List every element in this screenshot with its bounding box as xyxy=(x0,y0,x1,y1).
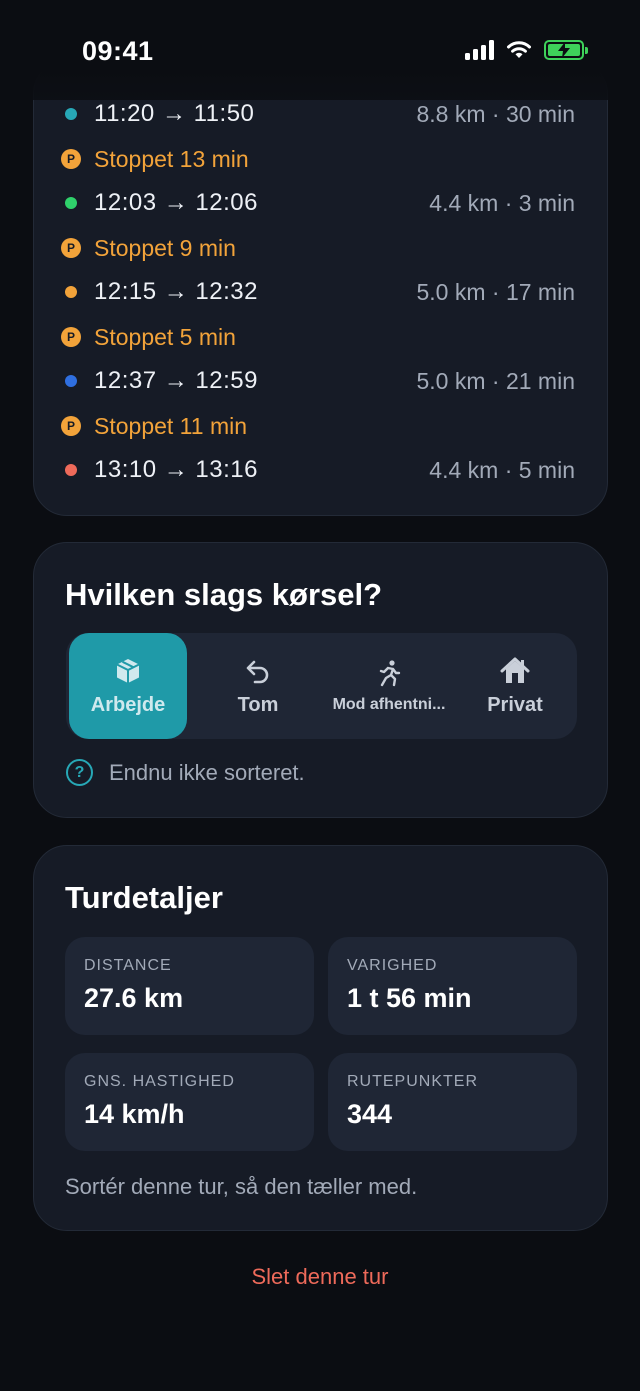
home-icon xyxy=(500,657,530,683)
segment-color-dot xyxy=(65,286,77,298)
stop-duration: Stoppet 11 min xyxy=(94,412,248,439)
running-person-icon xyxy=(379,660,401,687)
segment-distance-duration: 5.0 km · 17 min xyxy=(416,278,576,305)
stat-label: RUTEPUNKTER xyxy=(347,1073,479,1090)
trip-segment-row[interactable]: 12:37 → 12:59 5.0 km · 21 min xyxy=(34,361,607,401)
segment-distance-duration: 8.8 km · 30 min xyxy=(416,100,576,127)
stat-value: 344 xyxy=(347,1099,393,1129)
option-mod-afhentning[interactable]: Mod afhentni... xyxy=(324,633,454,739)
stat-value: 27.6 km xyxy=(84,983,184,1013)
battery-charging-icon xyxy=(544,40,588,60)
stop-row: P Stoppet 13 min xyxy=(34,139,607,179)
parking-icon: P xyxy=(61,149,81,169)
trip-type-title: Hvilken slags kørsel? xyxy=(65,577,383,612)
segment-time: 12:03 → 12:06 xyxy=(94,189,258,216)
segment-color-dot xyxy=(65,464,77,476)
trip-type-card: Hvilken slags kørsel? Arbejde Tom Mod af… xyxy=(33,542,608,818)
segment-time: 12:37 → 12:59 xyxy=(94,367,258,394)
trip-segment-row[interactable]: 12:15 → 12:32 5.0 km · 17 min xyxy=(34,272,607,312)
stat-label: GNS. HASTIGHED xyxy=(84,1073,235,1090)
option-arbejde[interactable]: Arbejde xyxy=(69,633,187,739)
stop-row: P Stoppet 5 min xyxy=(34,317,607,357)
segment-distance-duration: 4.4 km · 5 min xyxy=(429,456,575,483)
question-circle-icon: ? xyxy=(66,759,93,786)
segment-color-dot xyxy=(65,108,77,120)
trip-segment-row[interactable]: 12:03 → 12:06 4.4 km · 3 min xyxy=(34,183,607,223)
option-privat[interactable]: Privat xyxy=(456,633,574,739)
segment-time: 13:10 → 13:16 xyxy=(94,456,258,483)
stat-label: DISTANCE xyxy=(84,957,172,974)
option-tom[interactable]: Tom xyxy=(194,633,322,739)
option-label: Arbejde xyxy=(90,693,166,716)
parking-icon: P xyxy=(61,238,81,258)
undo-arrow-icon xyxy=(246,660,269,683)
wifi-icon xyxy=(507,41,531,58)
stat-value: 1 t 56 min xyxy=(347,983,472,1013)
segment-distance-duration: 5.0 km · 21 min xyxy=(416,367,576,394)
parking-icon: P xyxy=(61,327,81,347)
delete-trip-button[interactable]: Slet denne tur xyxy=(0,1264,640,1290)
stat-label: VARIGHED xyxy=(347,957,438,974)
stat-route-points: RUTEPUNKTER 344 xyxy=(328,1053,577,1151)
trip-segments-card: 11:20 → 11:50 8.8 km · 30 min P Stoppet … xyxy=(33,60,608,516)
stat-avg-speed: GNS. HASTIGHED 14 km/h xyxy=(65,1053,314,1151)
parking-icon: P xyxy=(61,416,81,436)
stop-row: P Stoppet 9 min xyxy=(34,228,607,268)
option-label: Mod afhentni... xyxy=(332,696,446,713)
trip-details-title: Turdetaljer xyxy=(65,880,223,915)
cellular-signal-icon xyxy=(465,40,494,60)
trip-type-selector: Arbejde Tom Mod afhentni... Privat xyxy=(66,633,577,739)
trip-details-card: Turdetaljer DISTANCE 27.6 km VARIGHED 1 … xyxy=(33,845,608,1231)
segment-distance-duration: 4.4 km · 3 min xyxy=(429,189,575,216)
stop-duration: Stoppet 13 min xyxy=(94,145,249,172)
stat-duration: VARIGHED 1 t 56 min xyxy=(328,937,577,1035)
segment-color-dot xyxy=(65,197,77,209)
sort-status-text: Endnu ikke sorteret. xyxy=(109,759,305,785)
details-footnote: Sortér denne tur, så den tæller med. xyxy=(65,1174,418,1199)
option-label: Tom xyxy=(237,693,279,716)
stop-duration: Stoppet 5 min xyxy=(94,323,236,350)
status-time: 09:41 xyxy=(82,36,154,66)
status-icons xyxy=(465,40,588,60)
stat-value: 14 km/h xyxy=(84,1099,185,1129)
trip-segment-row[interactable]: 11:20 → 11:50 8.8 km · 30 min xyxy=(34,94,607,134)
box-icon xyxy=(116,658,140,683)
stop-row: P Stoppet 11 min xyxy=(34,406,607,446)
status-bar: 09:41 xyxy=(0,0,640,100)
option-label: Privat xyxy=(487,693,543,716)
segment-color-dot xyxy=(65,375,77,387)
segment-time: 11:20 → 11:50 xyxy=(94,100,255,127)
stat-distance: DISTANCE 27.6 km xyxy=(65,937,314,1035)
trip-segment-row[interactable]: 13:10 → 13:16 4.4 km · 5 min xyxy=(34,450,607,490)
segment-time: 12:15 → 12:32 xyxy=(94,278,258,305)
sort-status: ? Endnu ikke sorteret. xyxy=(66,759,305,786)
stop-duration: Stoppet 9 min xyxy=(94,234,236,261)
